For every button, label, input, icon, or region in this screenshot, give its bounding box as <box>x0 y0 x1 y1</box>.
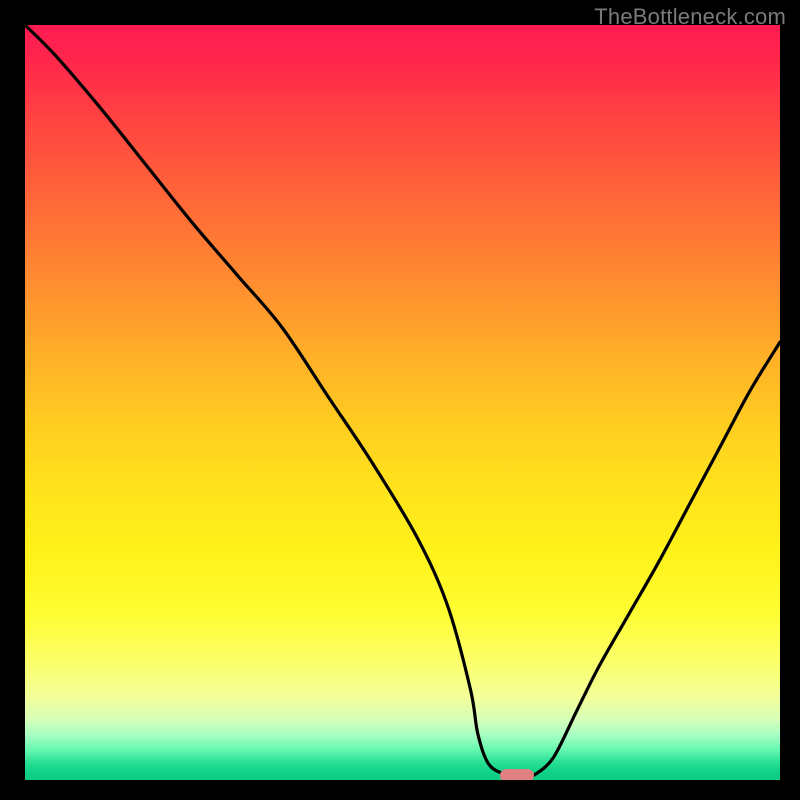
watermark-text: TheBottleneck.com <box>594 4 786 30</box>
bottleneck-curve-path <box>25 25 780 776</box>
plot-area <box>25 25 780 780</box>
optimal-marker <box>500 769 534 780</box>
chart-frame: TheBottleneck.com <box>0 0 800 800</box>
curve-svg <box>25 25 780 780</box>
